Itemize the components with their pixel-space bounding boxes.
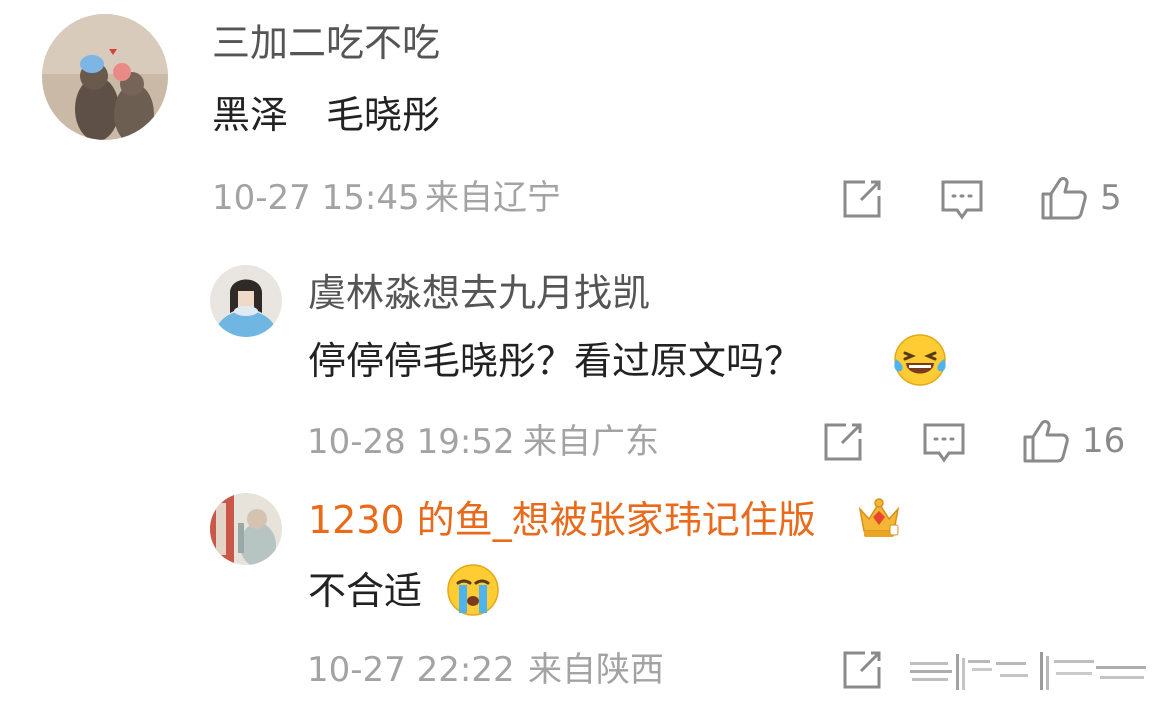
laughing-tears-emoji xyxy=(893,333,947,391)
avatar[interactable] xyxy=(42,14,168,140)
comment-text: 不合适 xyxy=(308,569,423,613)
comment-location: 来自辽宁 xyxy=(425,178,561,218)
reply-button[interactable] xyxy=(910,650,1150,692)
like-button[interactable]: 16 xyxy=(1022,417,1125,465)
share-icon xyxy=(843,651,881,689)
share-button[interactable] xyxy=(822,421,864,463)
share-icon xyxy=(843,180,881,218)
reply-button[interactable] xyxy=(922,421,966,465)
comment-location: 来自广东 xyxy=(523,422,659,462)
share-button[interactable] xyxy=(841,178,883,220)
comment-icon xyxy=(910,652,1146,690)
comment-timestamp: 10-27 22:22 xyxy=(307,650,515,690)
thumbs-up-icon xyxy=(1023,420,1069,463)
comment-username[interactable]: 1230 的鱼_想被张家玮记住版 xyxy=(308,501,816,539)
comment-timestamp: 10-27 15:45 xyxy=(212,178,420,218)
comment-timestamp: 10-28 19:52 xyxy=(307,422,515,462)
thumbs-up-icon xyxy=(1041,177,1087,220)
comment-username[interactable]: 虞林淼想去九月找凯 xyxy=(308,274,650,312)
comment-location: 来自陕西 xyxy=(528,650,664,690)
comment-icon xyxy=(923,423,965,463)
comment-icon xyxy=(941,180,983,220)
comment-text: 停停停毛晓彤？看过原文吗？ xyxy=(308,339,803,383)
share-button[interactable] xyxy=(841,649,883,691)
like-count: 16 xyxy=(1082,421,1126,461)
crying-emoji xyxy=(446,563,500,621)
reply-button[interactable] xyxy=(940,178,984,222)
comment-text: 黑泽 毛晓彤 xyxy=(212,93,441,137)
like-count: 5 xyxy=(1100,178,1122,218)
like-button[interactable]: 5 xyxy=(1040,174,1122,222)
comment-username[interactable]: 三加二吃不吃 xyxy=(212,24,440,62)
avatar[interactable] xyxy=(210,493,282,565)
share-icon xyxy=(824,423,862,461)
avatar[interactable] xyxy=(210,265,282,337)
vip-crown-icon xyxy=(856,497,902,543)
